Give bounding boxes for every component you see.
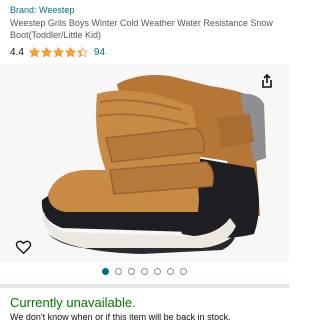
star-icon xyxy=(28,46,40,57)
availability-note: We don't know when or if this item will … xyxy=(10,312,231,320)
rating-row[interactable]: 4.4 94 xyxy=(10,45,105,59)
availability-status: Currently unavailable. xyxy=(10,295,136,310)
pager-dot[interactable] xyxy=(128,267,135,275)
heart-outline-icon[interactable] xyxy=(15,240,32,255)
review-count-link[interactable]: 94 xyxy=(94,47,105,58)
product-title: Weestep Grils Boys Winter Cold Weather W… xyxy=(10,18,273,40)
star-icon xyxy=(76,46,88,57)
image-pager[interactable] xyxy=(0,266,289,276)
star-icon xyxy=(40,46,52,57)
pager-dot[interactable] xyxy=(141,267,148,275)
star-icon xyxy=(52,46,64,57)
pager-dot[interactable] xyxy=(154,267,161,275)
brand-link[interactable]: Brand: Weestep xyxy=(10,5,74,15)
product-image xyxy=(41,75,266,254)
pager-dot[interactable] xyxy=(180,267,187,275)
section-divider xyxy=(0,284,289,288)
pager-dot[interactable] xyxy=(115,267,122,275)
star-rating[interactable] xyxy=(28,46,88,58)
pager-dot[interactable] xyxy=(167,267,174,275)
star-icon xyxy=(64,46,76,57)
share-icon[interactable] xyxy=(259,73,275,89)
pager-dot[interactable] xyxy=(102,267,109,275)
rating-value: 4.4 xyxy=(10,46,24,58)
